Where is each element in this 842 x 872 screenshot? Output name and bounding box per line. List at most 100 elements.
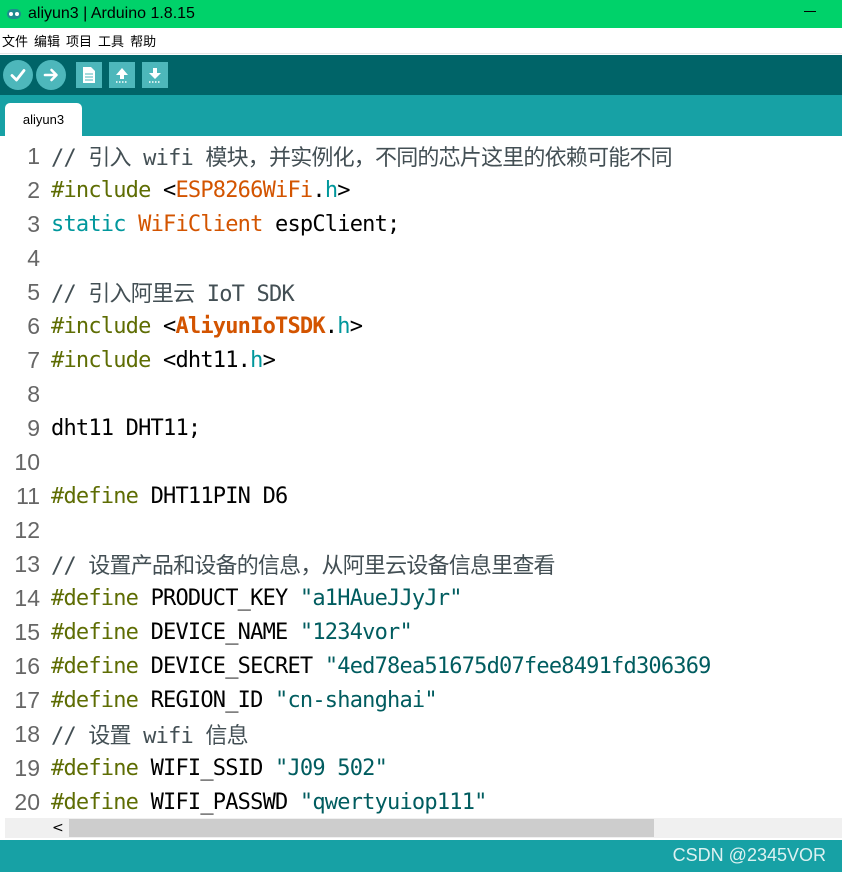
code-line[interactable]: 2 #include <ESP8266WiFi.h> (0, 173, 842, 207)
open-button[interactable] (109, 62, 135, 88)
code-line[interactable]: 1 // 引入 wifi 模块，并实例化，不同的芯片这里的依赖可能不同 (0, 139, 842, 173)
code-line[interactable]: 16 #define DEVICE_SECRET "4ed78ea51675d07… (0, 649, 842, 683)
code-editor[interactable]: 1 // 引入 wifi 模块，并实例化，不同的芯片这里的依赖可能不同 2 #incl… (0, 136, 842, 818)
minimize-button[interactable] (800, 4, 822, 20)
code-token: . (312, 177, 325, 203)
code-token: "qwertyuiop111" (299, 789, 487, 815)
code-text: #include <ESP8266WiFi.h> (51, 177, 351, 203)
line-number: 20 (14, 788, 40, 815)
code-token: "1234vor" (299, 619, 413, 645)
line-number: 14 (14, 584, 40, 611)
code-text: dht11 DHT11; (51, 416, 201, 441)
code-token: DEVICE_NAME (138, 619, 300, 645)
code-token: PRODUCT_KEY (138, 585, 300, 611)
code-line[interactable]: 8 (0, 377, 842, 411)
code-line[interactable]: 5 // 引入阿里云 IoT SDK (0, 275, 842, 309)
line-number: 11 (16, 482, 40, 509)
code-token: "a1HAueJJyJr" (299, 585, 463, 611)
line-number: 13 (14, 550, 40, 577)
code-token: #define (51, 483, 139, 509)
line-number: 16 (14, 652, 40, 679)
line-number: 18 (14, 720, 40, 747)
code-text: // 引入 wifi 模块，并实例化，不同的芯片这里的依赖可能不同 (51, 140, 673, 172)
code-line[interactable]: 11 #define DHT11PIN D6 (0, 479, 842, 513)
line-number: 12 (14, 516, 40, 543)
code-token: <dht11. (150, 347, 251, 373)
code-text: #define DHT11PIN D6 (51, 483, 289, 509)
arduino-logo-icon (7, 9, 21, 19)
code-token: AliyunIoTSDK (175, 313, 325, 339)
verify-icon (10, 69, 26, 82)
scroll-thumb[interactable] (69, 819, 654, 837)
status-bar: CSDN @2345VOR (0, 840, 842, 872)
code-line[interactable]: 15 #define DEVICE_NAME "1234vor" (0, 615, 842, 649)
menu-edit[interactable]: 编辑 (31, 31, 63, 50)
tab-aliyun3[interactable]: aliyun3 (5, 103, 82, 136)
watermark: CSDN @2345VOR (672, 845, 826, 865)
code-token: // 引入阿里云 IoT SDK (51, 282, 295, 307)
menu-sketch[interactable]: 项目 (63, 31, 95, 50)
line-number: 8 (27, 380, 40, 407)
code-token: "cn-shanghai" (275, 687, 438, 713)
code-line[interactable]: 9 dht11 DHT11; (0, 411, 842, 445)
code-token: // 引入 wifi 模块，并实例化，不同的芯片这里的依赖可能不同 (51, 146, 673, 171)
line-number: 1 (27, 142, 40, 169)
code-token: DHT11PIN D6 (138, 483, 289, 509)
menu-file[interactable]: 文件 (0, 31, 31, 50)
window-title: aliyun3 | Arduino 1.8.15 (28, 5, 195, 22)
code-line[interactable]: 17 #define REGION_ID "cn-shanghai" (0, 683, 842, 717)
code-token: #define (51, 585, 139, 611)
code-token: #define (51, 619, 139, 645)
code-line[interactable]: 3 static WiFiClient espClient; (0, 207, 842, 241)
code-token: < (150, 313, 176, 339)
code-text: // 设置产品和设备的信息，从阿里云设备信息里查看 (51, 548, 556, 580)
code-token: DEVICE_SECRET (138, 653, 325, 679)
new-button[interactable] (76, 62, 102, 88)
code-line[interactable]: 13 // 设置产品和设备的信息，从阿里云设备信息里查看 (0, 547, 842, 581)
code-line[interactable]: 18 // 设置 wifi 信息 (0, 717, 842, 751)
code-token: #define (51, 687, 139, 713)
code-text: #include <dht11.h> (51, 347, 276, 373)
code-token: . (324, 313, 338, 339)
code-token: WIFI_SSID (138, 755, 276, 781)
scroll-left-arrow[interactable]: < (52, 820, 66, 836)
line-number: 15 (14, 618, 40, 645)
line-number: 10 (14, 448, 40, 475)
code-token: h (250, 347, 263, 373)
menu-help[interactable]: 帮助 (127, 31, 159, 50)
toolbar (0, 55, 842, 95)
line-number: 6 (27, 312, 40, 339)
line-number: 4 (27, 244, 40, 271)
code-token: > (337, 177, 350, 203)
code-line[interactable]: 14 #define PRODUCT_KEY "a1HAueJJyJr" (0, 581, 842, 615)
code-token: // 设置 wifi 信息 (51, 724, 249, 749)
upload-button[interactable] (36, 60, 66, 90)
code-line[interactable]: 7 #include <dht11.h> (0, 343, 842, 377)
code-token: espClient; (262, 211, 400, 237)
code-token: "J09 502" (275, 755, 388, 781)
menu-tools[interactable]: 工具 (95, 31, 127, 50)
code-line[interactable]: 4 (0, 241, 842, 275)
code-token: ESP8266WiFi (175, 177, 313, 203)
code-text: #define PRODUCT_KEY "a1HAueJJyJr" (51, 585, 463, 611)
code-text: #define WIFI_SSID "J09 502" (51, 755, 388, 781)
code-line[interactable]: 19 #define WIFI_SSID "J09 502" (0, 751, 842, 785)
code-text: // 引入阿里云 IoT SDK (51, 276, 295, 308)
code-text: #include <AliyunIoTSDK.h> (51, 313, 363, 339)
code-token: WiFiClient (138, 211, 263, 237)
line-number: 17 (14, 686, 40, 713)
code-line[interactable]: 6 #include <AliyunIoTSDK.h> (0, 309, 842, 343)
code-text: #define DEVICE_SECRET "4ed78ea51675d07fe… (51, 654, 711, 679)
code-line[interactable]: 20 #define WIFI_PASSWD "qwertyuiop111" (0, 785, 842, 818)
code-token: static (51, 211, 126, 237)
code-line[interactable]: 10 (0, 445, 842, 479)
code-line[interactable]: 12 (0, 513, 842, 547)
save-button[interactable] (142, 62, 168, 88)
upload-icon (43, 68, 58, 82)
line-number: 3 (27, 210, 40, 237)
code-token: "4ed78ea51675d07fee8491fd306369 (324, 653, 712, 679)
line-number: 7 (27, 346, 40, 373)
line-number: 19 (14, 754, 40, 781)
horizontal-scrollbar[interactable]: < (0, 818, 842, 840)
verify-button[interactable] (3, 60, 33, 90)
